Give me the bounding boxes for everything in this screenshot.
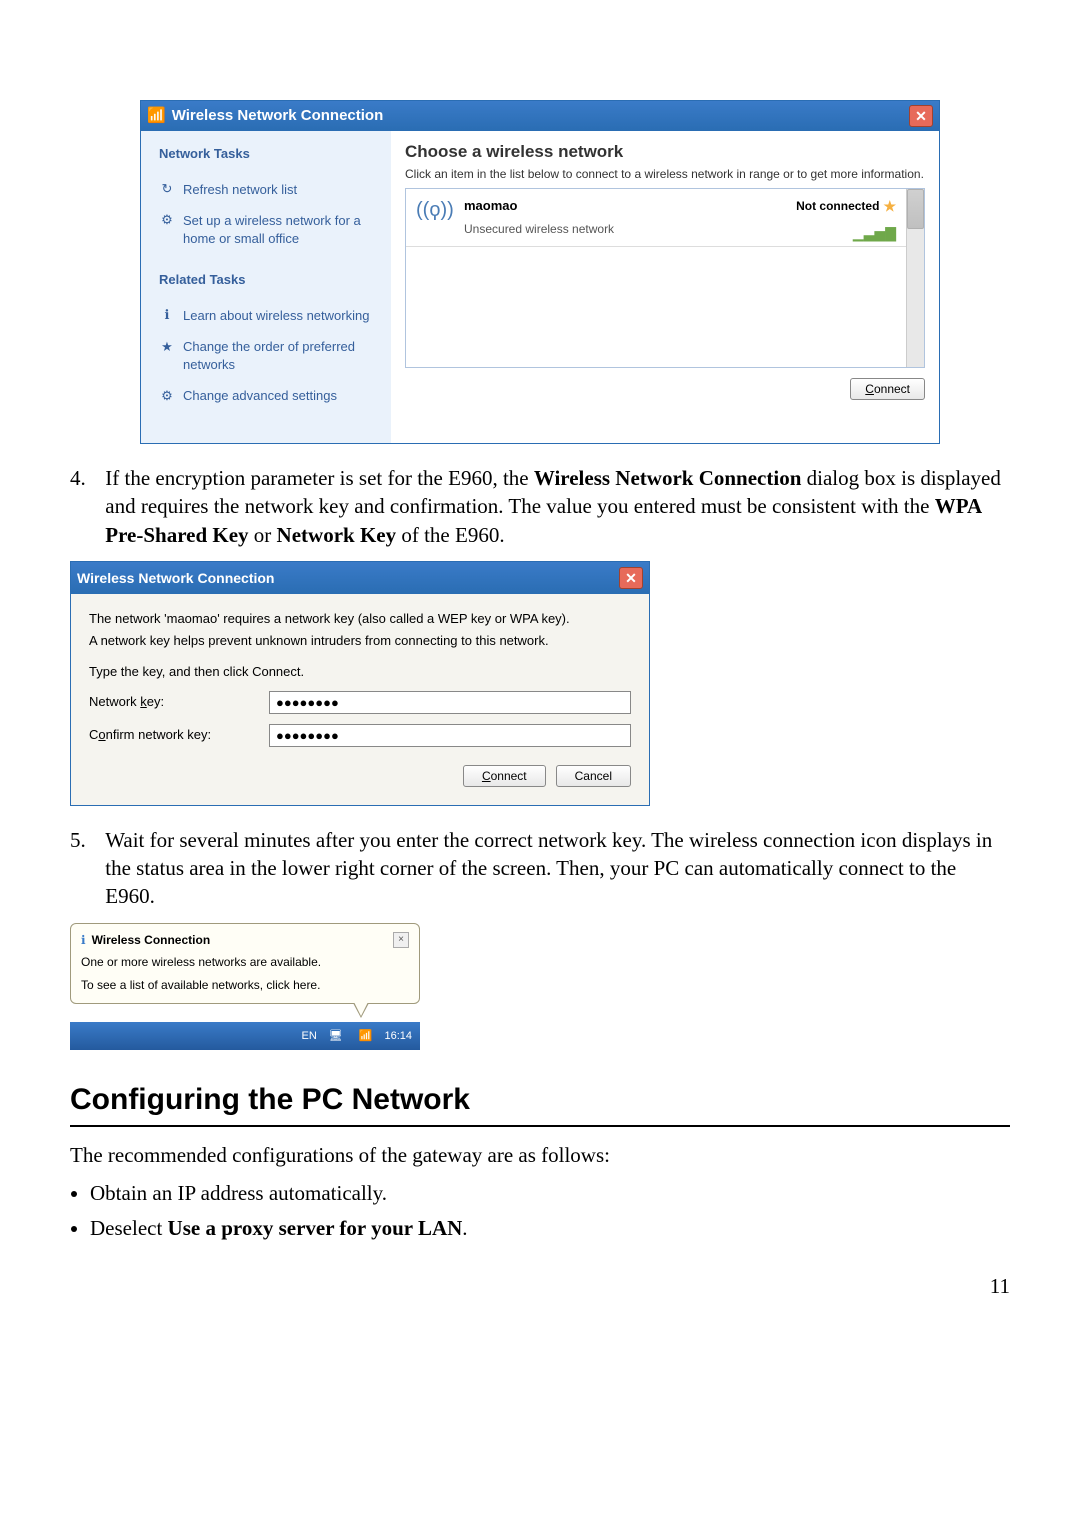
window-body: Network Tasks ↻ Refresh network list ⚙ S… (141, 131, 939, 443)
window-title: Wireless Network Connection (172, 106, 384, 126)
page-number: 11 (60, 1272, 1010, 1300)
intro-text: The recommended configurations of the ga… (70, 1141, 1010, 1169)
step-paragraph: If the encryption parameter is set for t… (105, 464, 1005, 549)
dialog-text: The network 'maomao' requires a network … (89, 610, 631, 628)
network-list: ((ϙ)) maomao Unsecured wireless network … (405, 188, 925, 368)
notification-balloon-wrap: ℹ Wireless Connection × One or more wire… (70, 923, 420, 1051)
setup-icon: ⚙ (159, 212, 175, 228)
step-5-text: 5. Wait for several minutes after you en… (70, 826, 1010, 911)
step-4-text: 4. If the encryption parameter is set fo… (70, 464, 1010, 549)
signal-icon: ▁▃▅▇ (796, 224, 896, 243)
task-label: Change the order of preferred networks (183, 338, 379, 373)
close-icon[interactable]: ✕ (619, 567, 643, 589)
network-tasks-heading: Network Tasks (159, 145, 379, 163)
choose-network-subtext: Click an item in the list below to conne… (405, 166, 925, 182)
bold-text: Use a proxy server for your LAN (168, 1216, 463, 1240)
network-key-label: Network key: (89, 693, 269, 711)
step-paragraph: Wait for several minutes after you enter… (105, 826, 1005, 911)
dialog-text: A network key helps prevent unknown intr… (89, 632, 631, 650)
bold-text: Network Key (277, 523, 397, 547)
task-label: Change advanced settings (183, 387, 337, 405)
balloon-line: To see a list of available networks, cli… (81, 977, 409, 994)
status-text: Not connected (796, 198, 879, 214)
bullet-item: Obtain an IP address automatically. (90, 1179, 1010, 1207)
tray-icon[interactable]: 📶 (355, 1029, 377, 1044)
confirm-key-input[interactable] (269, 724, 631, 747)
task-label: Refresh network list (183, 181, 297, 199)
star-icon: ★ (883, 197, 896, 216)
text: . (462, 1216, 467, 1240)
network-key-dialog: Wireless Network Connection ✕ The networ… (70, 561, 650, 806)
scrollbar-thumb[interactable] (907, 189, 924, 229)
titlebar: Wireless Network Connection ✕ (71, 562, 649, 594)
connect-button[interactable]: Connect (463, 765, 546, 787)
task-label: Learn about wireless networking (183, 307, 369, 325)
refresh-network-list[interactable]: ↻ Refresh network list (159, 181, 379, 199)
body-text: The recommended configurations of the ga… (70, 1141, 1010, 1242)
refresh-icon: ↻ (159, 181, 175, 197)
tray-icon[interactable]: 🖥 (325, 1029, 347, 1044)
bullet-item: Deselect Use a proxy server for your LAN… (90, 1214, 1010, 1242)
section-heading: Configuring the PC Network (70, 1080, 1010, 1127)
dialog-instruction: Type the key, and then click Connect. (89, 663, 631, 681)
change-advanced[interactable]: ⚙ Change advanced settings (159, 387, 379, 405)
bold-text: Wireless Network Connection (534, 466, 802, 490)
taskbar: EN 🖥 📶 16:14 (70, 1022, 420, 1050)
antenna-icon: 📶 (147, 106, 166, 126)
language-indicator[interactable]: EN (302, 1029, 317, 1044)
confirm-key-label: Confirm network key: (89, 726, 269, 744)
close-icon[interactable]: × (393, 932, 409, 948)
antenna-icon: ((ϙ)) (416, 197, 450, 236)
text: of the E960. (396, 523, 504, 547)
dialog-body: The network 'maomao' requires a network … (71, 594, 649, 805)
text: or (249, 523, 277, 547)
step-number: 4. (70, 464, 100, 492)
close-icon[interactable]: ✕ (909, 105, 933, 127)
related-tasks-heading: Related Tasks (159, 271, 379, 289)
main-pane: Choose a wireless network Click an item … (391, 131, 939, 443)
star-icon: ★ (159, 338, 175, 354)
step-number: 5. (70, 826, 100, 854)
text: Deselect (90, 1216, 168, 1240)
network-info: maomao Unsecured wireless network (464, 197, 782, 236)
sidebar: Network Tasks ↻ Refresh network list ⚙ S… (141, 131, 391, 443)
balloon-body: One or more wireless networks are availa… (81, 954, 409, 994)
cancel-button[interactable]: Cancel (556, 765, 631, 787)
clock[interactable]: 16:14 (384, 1029, 412, 1044)
info-icon: ℹ (81, 932, 86, 948)
connect-button[interactable]: CConnectonnect (850, 378, 925, 400)
learn-about-wireless[interactable]: ℹ Learn about wireless networking (159, 307, 379, 325)
network-item[interactable]: ((ϙ)) maomao Unsecured wireless network … (406, 189, 906, 247)
network-desc: Unsecured wireless network (464, 221, 782, 237)
balloon-title: Wireless Connection (92, 932, 211, 948)
titlebar: 📶 Wireless Network Connection ✕ (141, 101, 939, 131)
network-key-input[interactable] (269, 691, 631, 714)
text: If the encryption parameter is set for t… (105, 466, 534, 490)
scrollbar[interactable] (906, 189, 924, 367)
balloon-line: One or more wireless networks are availa… (81, 954, 409, 971)
dialog-title: Wireless Network Connection (77, 569, 274, 588)
network-name: maomao (464, 197, 782, 215)
change-order[interactable]: ★ Change the order of preferred networks (159, 338, 379, 373)
choose-network-heading: Choose a wireless network (405, 141, 925, 164)
notification-balloon[interactable]: ℹ Wireless Connection × One or more wire… (70, 923, 420, 1005)
gear-icon: ⚙ (159, 387, 175, 403)
task-label: Set up a wireless network for a home or … (183, 212, 379, 247)
info-icon: ℹ (159, 307, 175, 323)
setup-wireless-network[interactable]: ⚙ Set up a wireless network for a home o… (159, 212, 379, 247)
network-status: Not connected ★ ▁▃▅▇ (796, 197, 896, 236)
wireless-network-window: 📶 Wireless Network Connection ✕ Network … (140, 100, 940, 444)
